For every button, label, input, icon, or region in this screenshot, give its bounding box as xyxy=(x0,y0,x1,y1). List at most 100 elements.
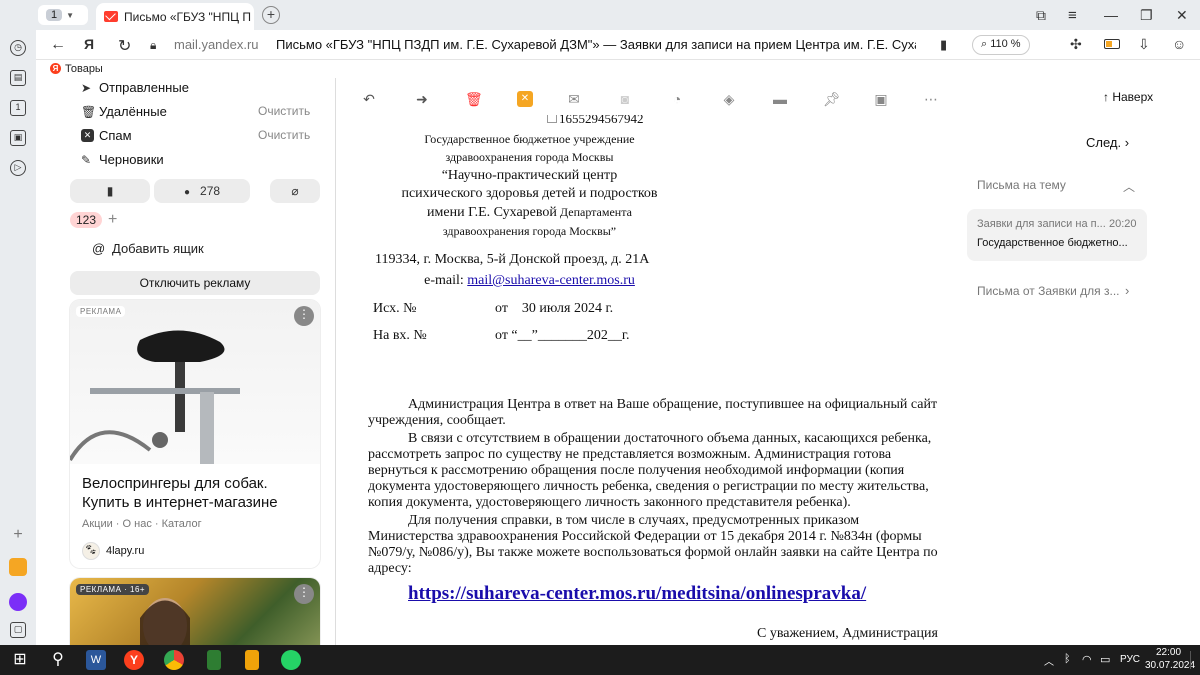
folder-icon[interactable]: ▬ xyxy=(772,91,788,107)
mail-app-icon[interactable] xyxy=(9,558,27,576)
disable-ads-button[interactable]: Отключить рекламу xyxy=(70,271,320,295)
clock-date[interactable]: 30.07.2024 xyxy=(1145,660,1195,671)
ad-card[interactable]: РЕКЛАМА ⋮ Велоспрингеры для собак. Купит… xyxy=(70,300,320,568)
wifi-icon[interactable]: ◠ xyxy=(1082,653,1092,666)
add-panel-icon[interactable]: + xyxy=(10,527,26,544)
unread-filter-button[interactable]: ● 278 xyxy=(154,179,250,203)
folder-deleted[interactable]: Удалённые xyxy=(99,104,167,119)
clock-time[interactable]: 22:00 xyxy=(1156,647,1181,658)
back-icon[interactable]: ← xyxy=(50,36,66,54)
4lapy-logo-icon: 🐾︎ xyxy=(82,542,100,560)
browser-sidebar: ◷ ▤ 1 ▣ ▷ + ▢ xyxy=(0,30,36,645)
clean-spam-button[interactable]: Очистить xyxy=(258,128,310,142)
menu-icon[interactable]: ≡ xyxy=(1068,7,1077,24)
profile-icon[interactable]: ☺ xyxy=(1172,36,1186,52)
bookmarked-filter-button[interactable]: ▮ xyxy=(70,179,150,203)
panel-toggle-icon[interactable]: ▢ xyxy=(10,622,26,638)
from-sender-header[interactable]: Письма от Заявки для з... xyxy=(977,284,1120,298)
language-indicator[interactable]: РУС xyxy=(1120,654,1140,665)
next-label: След. xyxy=(1086,135,1122,150)
minimize-icon[interactable]: — xyxy=(1104,7,1118,23)
camera-icon[interactable]: ◙ xyxy=(617,91,633,107)
battery-app-icon[interactable] xyxy=(207,650,221,670)
online-request-link[interactable]: https://suhareva-center.mos.ru/meditsina… xyxy=(408,583,866,604)
tab-count-button[interactable]: 1 ▼ xyxy=(38,5,88,25)
bookmark-icon[interactable]: ▮ xyxy=(940,37,947,53)
paragraph: рассмотреть запрос по существу не предст… xyxy=(368,447,892,462)
windows-start-icon[interactable]: ⊞ xyxy=(10,650,30,670)
add-mailbox-link[interactable]: Добавить ящик xyxy=(112,241,204,256)
clean-deleted-button[interactable]: Очистить xyxy=(258,104,310,118)
paragraph: В связи с отсутствием в обращении достат… xyxy=(408,431,932,446)
chevron-right-icon[interactable]: › xyxy=(1125,283,1129,298)
thread-header[interactable]: Письма на тему xyxy=(977,178,1066,192)
attachments-filter-button[interactable]: ⌀ xyxy=(270,179,320,203)
reply-icon[interactable]: ↶ xyxy=(361,91,377,107)
restore-icon[interactable]: ❐ xyxy=(1140,7,1153,24)
file-icon[interactable] xyxy=(245,650,259,670)
taskbar: ⊞ ⚲ W Y ︿ ᛒ ◠ ▭ РУС 22:00 30.07.2024 xyxy=(0,645,1200,675)
alice-icon[interactable] xyxy=(9,593,27,611)
send-icon: ➤ xyxy=(81,81,92,95)
screenshot-icon[interactable]: ▣ xyxy=(10,130,26,146)
mark-unread-icon[interactable]: ✉ xyxy=(566,91,582,107)
email-link[interactable]: mail@suhareva-center.mos.ru xyxy=(467,273,635,288)
plus-icon[interactable]: + xyxy=(108,211,117,229)
whatsapp-icon[interactable] xyxy=(281,650,301,670)
thread-item[interactable]: Заявки для записи на п... 20:20 Государс… xyxy=(967,209,1147,261)
tab-one-icon[interactable]: 1 xyxy=(10,100,26,116)
history-icon[interactable]: ◷ xyxy=(10,40,26,56)
delete-icon[interactable]: 🗑︎ xyxy=(465,91,483,107)
page-title[interactable]: Письмо «ГБУЗ "НПЦ ПЗДП им. Г.Е. Сухарево… xyxy=(276,37,916,52)
archive-icon[interactable]: ▣ xyxy=(873,91,889,107)
arrow-up-icon: ↑ xyxy=(1103,90,1109,104)
scroll-top-button[interactable]: ↑ Наверх xyxy=(1103,90,1153,104)
next-button[interactable]: След. › xyxy=(1086,135,1129,150)
new-tab-button[interactable]: + xyxy=(262,6,280,24)
outgoing-number: Исх. № xyxy=(373,301,417,316)
zoom-indicator[interactable]: ⌕ 110 % xyxy=(972,35,1030,55)
folder-drafts[interactable]: Черновики xyxy=(99,152,164,167)
pin-icon[interactable]: 📌︎ xyxy=(823,91,841,107)
more-icon[interactable]: ⋮ xyxy=(294,584,314,604)
url-host[interactable]: mail.yandex.ru xyxy=(174,37,259,52)
folder-sent[interactable]: Отправленные xyxy=(99,80,189,95)
thread-item-title: Заявки для записи на п... xyxy=(977,218,1106,230)
ad-domain[interactable]: 4lapy.ru xyxy=(106,545,144,557)
reload-icon[interactable]: ↻ xyxy=(118,36,131,56)
bluetooth-icon[interactable]: ᛒ xyxy=(1064,653,1071,665)
battery-tray-icon[interactable]: ▭ xyxy=(1100,653,1110,666)
close-window-icon[interactable]: ✕ xyxy=(1176,7,1188,24)
more-actions-icon[interactable]: ⋯ xyxy=(923,91,939,107)
spam-mark-icon[interactable]: ✕ xyxy=(517,91,533,107)
yandex-browser-icon[interactable]: Y xyxy=(124,650,144,670)
chevron-up-icon[interactable]: ︿ xyxy=(1123,178,1135,195)
zoom-value: 110 % xyxy=(990,38,1021,50)
bookmark-item[interactable]: Товары xyxy=(65,63,103,75)
word-icon[interactable]: W xyxy=(86,650,106,670)
extensions-icon[interactable]: ✣ xyxy=(1070,36,1082,53)
tag-icon[interactable]: ◈ xyxy=(721,91,737,107)
reminder-icon[interactable]: ◔ xyxy=(669,91,685,107)
folder-spam[interactable]: Спам xyxy=(99,128,132,143)
search-icon[interactable]: ⚲ xyxy=(48,650,68,670)
draft-icon: ✎ xyxy=(81,153,92,167)
yandex-icon[interactable]: Я xyxy=(84,36,94,52)
mail-sidebar: ➤ Отправленные 🗑︎ Удалённые Очистить ✕ С… xyxy=(36,78,332,645)
ad-title[interactable]: Велоспрингеры для собак. Купить в интерн… xyxy=(82,474,312,512)
ad-links[interactable]: Акции · О нас · Каталог xyxy=(82,518,202,530)
ad-card-2[interactable]: РЕКЛАМА · 16+ ⋮ xyxy=(70,578,320,645)
collections-icon[interactable]: ▤ xyxy=(10,70,26,86)
browser-tab[interactable]: Письмо «ГБУЗ "НПЦ П ✕ xyxy=(96,3,254,30)
forward-icon[interactable]: ➜ xyxy=(414,91,430,107)
more-icon[interactable]: ⋮ xyxy=(294,306,314,326)
chrome-icon[interactable] xyxy=(164,650,184,670)
show-desktop[interactable] xyxy=(1190,651,1196,669)
downloads-icon[interactable]: ⇩ xyxy=(1138,36,1150,53)
chevron-up-icon[interactable]: ︿ xyxy=(1044,653,1054,668)
bookmark-manager-icon[interactable]: ⧉ xyxy=(1036,7,1046,24)
lock-icon[interactable]: 🔒︎ xyxy=(150,38,156,53)
counter-badge[interactable]: 123 xyxy=(70,212,103,228)
play-icon[interactable]: ▷ xyxy=(10,160,26,176)
battery-icon[interactable] xyxy=(1104,39,1120,49)
